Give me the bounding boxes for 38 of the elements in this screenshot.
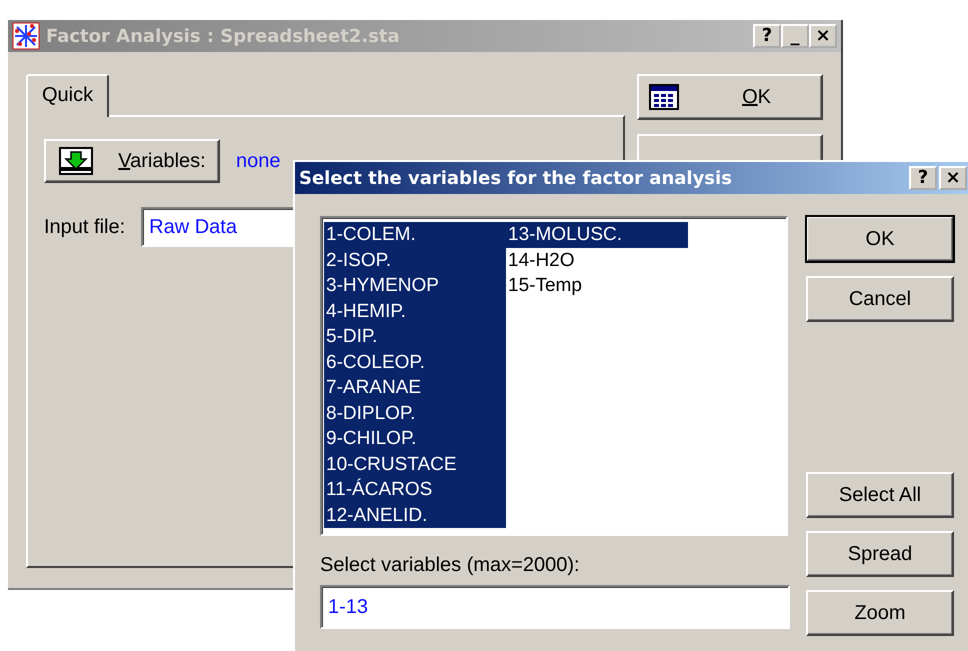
list-item[interactable]: 5-DIP. (324, 324, 506, 350)
title-bar-button[interactable]: × (939, 166, 967, 190)
dialog-button[interactable]: Select All (806, 472, 954, 518)
title-bar-button[interactable]: ? (909, 166, 937, 190)
list-item[interactable]: 15-Temp (506, 273, 688, 298)
variable-list[interactable]: 1-COLEM. 2-ISOP. 3-HYMENOP 4-HEMIP. 5-DIP. 6-COLEOP. 7-ARANAE 8-DIPLOP. 9-CHILOP. 10-CRUSTACE 11-ÁCAROS 12-ANELID. 13-MOLUSC. 14-H2O 15-Temp (320, 216, 788, 536)
title-bar-button[interactable]: _ (781, 24, 809, 48)
list-item[interactable]: 12-ANELID. (324, 502, 506, 528)
variables-button[interactable]: Variables: (44, 139, 220, 183)
table-icon (649, 84, 679, 110)
dialog-button[interactable]: Cancel (806, 276, 954, 322)
dialog-button[interactable]: Spread (806, 531, 954, 577)
list-item[interactable]: 1-COLEM. (324, 222, 506, 248)
list-item[interactable]: 8-DIPLOP. (324, 400, 506, 426)
list-item[interactable]: 2-ISOP. (324, 248, 506, 273)
list-item[interactable]: 6-COLEOP. (324, 350, 506, 375)
ok-button[interactable]: OK (637, 74, 823, 120)
list-item[interactable]: 14-H2O (506, 248, 688, 273)
list-item[interactable]: 10-CRUSTACE (324, 452, 506, 477)
title-bar-button[interactable]: ? (753, 24, 781, 48)
select-variables-label: Select variables (max=2000): (320, 554, 581, 577)
dialog-title: Select the variables for the factor analysis (299, 168, 733, 188)
list-item[interactable]: 4-HEMIP. (324, 298, 506, 324)
tab[interactable]: Quick (26, 74, 110, 117)
dialog-button[interactable]: Zoom (806, 590, 954, 636)
title-bar-button[interactable]: × (809, 24, 837, 48)
list-item[interactable]: 13-MOLUSC. (506, 222, 688, 248)
list-item[interactable]: 11-ÁCAROS (324, 477, 506, 502)
list-item[interactable]: 7-ARANAE (324, 375, 506, 400)
dialog-button[interactable]: OK (806, 216, 954, 262)
input-file-label: Input file: (44, 216, 126, 238)
list-item[interactable]: 3-HYMENOP (324, 273, 506, 298)
variables-value: none (236, 150, 280, 172)
list-item[interactable]: 9-CHILOP. (324, 426, 506, 452)
window-title: Factor Analysis : Spreadsheet2.sta (46, 26, 401, 46)
app-icon (12, 22, 40, 50)
select-variables-field[interactable]: 1-13 (320, 585, 790, 629)
download-arrow-icon (58, 146, 94, 176)
